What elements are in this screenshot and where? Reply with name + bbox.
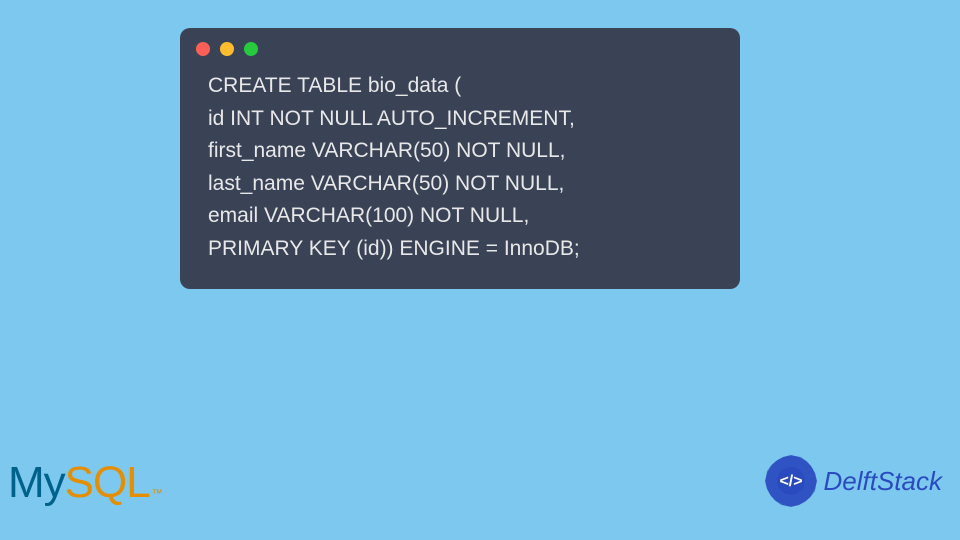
window-title-bar — [180, 28, 740, 64]
delftstack-logo: </> DelftStack — [764, 454, 943, 508]
mysql-logo-my: My — [8, 458, 65, 508]
code-line: first_name VARCHAR(50) NOT NULL, — [208, 139, 565, 162]
code-line: email VARCHAR(100) NOT NULL, — [208, 204, 529, 227]
code-line: CREATE TABLE bio_data ( — [208, 74, 461, 97]
delftstack-label: DelftStack — [824, 466, 943, 497]
mysql-logo-tm: ™ — [152, 488, 163, 500]
delftstack-icon: </> — [764, 454, 818, 508]
code-block: CREATE TABLE bio_data ( id INT NOT NULL … — [180, 64, 740, 269]
close-icon — [196, 42, 210, 56]
minimize-icon — [220, 42, 234, 56]
code-line: id INT NOT NULL AUTO_INCREMENT, — [208, 107, 575, 130]
code-window: CREATE TABLE bio_data ( id INT NOT NULL … — [180, 28, 740, 289]
mysql-logo: MySQL™ — [8, 458, 163, 508]
code-line: last_name VARCHAR(50) NOT NULL, — [208, 172, 564, 195]
mysql-logo-sql: SQL — [65, 458, 150, 508]
code-line: PRIMARY KEY (id)) ENGINE = InnoDB; — [208, 237, 580, 260]
svg-text:</>: </> — [779, 473, 802, 490]
maximize-icon — [244, 42, 258, 56]
